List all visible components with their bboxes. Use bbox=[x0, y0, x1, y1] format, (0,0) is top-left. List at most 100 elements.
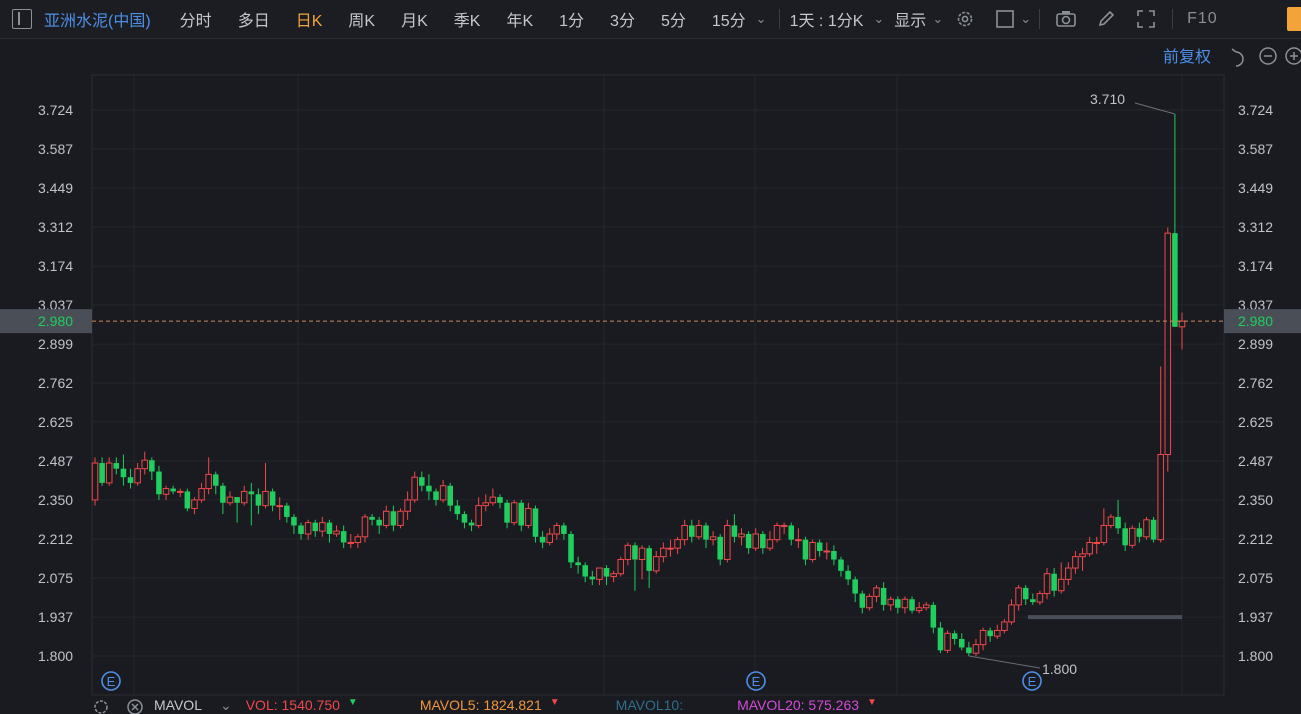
candle[interactable] bbox=[1115, 499, 1121, 534]
candle[interactable] bbox=[895, 596, 901, 614]
mavol-indicator-name[interactable]: MAVOL bbox=[154, 697, 202, 713]
candle[interactable] bbox=[887, 596, 894, 611]
candle[interactable] bbox=[660, 542, 667, 563]
period-tab-intraday[interactable]: 分时 bbox=[167, 7, 225, 31]
candle[interactable] bbox=[589, 570, 596, 586]
event-marker[interactable]: E bbox=[746, 671, 766, 691]
candle[interactable] bbox=[852, 576, 858, 603]
candle[interactable] bbox=[731, 514, 738, 543]
candle[interactable] bbox=[532, 505, 539, 543]
candle[interactable] bbox=[518, 499, 525, 532]
candle[interactable] bbox=[269, 488, 276, 512]
candle[interactable] bbox=[617, 556, 625, 577]
box-select-icon[interactable] bbox=[994, 8, 1016, 30]
candle[interactable] bbox=[120, 454, 127, 486]
candle[interactable] bbox=[404, 491, 411, 520]
period-tab-yearly[interactable]: 年K bbox=[493, 7, 546, 31]
candle[interactable] bbox=[433, 488, 439, 506]
candle[interactable] bbox=[1022, 585, 1029, 605]
candle[interactable] bbox=[646, 545, 652, 588]
candle[interactable] bbox=[1008, 599, 1015, 625]
candle[interactable] bbox=[213, 471, 219, 495]
candle[interactable] bbox=[667, 539, 674, 557]
candle[interactable] bbox=[1072, 551, 1079, 574]
candle[interactable] bbox=[497, 494, 503, 509]
candle[interactable] bbox=[99, 457, 105, 486]
candle[interactable] bbox=[816, 539, 823, 557]
gear-icon[interactable] bbox=[954, 8, 976, 30]
candle[interactable] bbox=[766, 531, 774, 551]
candle[interactable] bbox=[1128, 525, 1136, 549]
candle[interactable] bbox=[539, 531, 546, 549]
candle[interactable] bbox=[838, 556, 844, 577]
candle[interactable] bbox=[376, 516, 382, 534]
panel-toggle-icon[interactable] bbox=[1287, 7, 1301, 31]
more-periods-chevron-icon[interactable]: ⌄ bbox=[750, 11, 773, 27]
zoom-in-icon[interactable] bbox=[1285, 47, 1301, 65]
candle[interactable] bbox=[1043, 568, 1051, 600]
candle[interactable] bbox=[510, 499, 518, 526]
candle[interactable] bbox=[276, 497, 283, 520]
candle[interactable] bbox=[248, 482, 255, 526]
candle[interactable] bbox=[1122, 522, 1128, 551]
zoom-out-icon[interactable] bbox=[1259, 47, 1277, 65]
candle[interactable] bbox=[369, 514, 375, 526]
candle[interactable] bbox=[831, 545, 837, 566]
candle[interactable] bbox=[987, 627, 993, 642]
display-menu[interactable]: 显示 bbox=[890, 7, 930, 31]
candle[interactable] bbox=[575, 556, 581, 574]
candle[interactable] bbox=[468, 519, 475, 532]
candle[interactable] bbox=[773, 522, 781, 543]
candle[interactable] bbox=[972, 638, 980, 656]
candle[interactable] bbox=[1157, 366, 1164, 543]
candle[interactable] bbox=[454, 499, 461, 520]
candle[interactable] bbox=[909, 596, 915, 614]
candle[interactable] bbox=[1030, 593, 1036, 605]
candle[interactable] bbox=[1065, 562, 1072, 586]
candle[interactable] bbox=[709, 531, 717, 546]
candle[interactable] bbox=[504, 499, 510, 529]
candle[interactable] bbox=[340, 525, 347, 549]
candle[interactable] bbox=[298, 522, 304, 540]
candle[interactable] bbox=[482, 494, 490, 512]
candle[interactable] bbox=[1015, 585, 1022, 611]
period-tab-quarterly[interactable]: 季K bbox=[441, 7, 494, 31]
candle[interactable] bbox=[738, 528, 745, 546]
candle[interactable] bbox=[312, 519, 319, 537]
candle[interactable] bbox=[546, 528, 553, 546]
candle[interactable] bbox=[880, 582, 887, 611]
candle[interactable] bbox=[760, 531, 766, 554]
candle[interactable] bbox=[1143, 516, 1150, 540]
period-tab-1min[interactable]: 1分 bbox=[546, 7, 597, 31]
candle[interactable] bbox=[176, 488, 184, 498]
sidebar-toggle-icon[interactable] bbox=[12, 9, 32, 29]
candle[interactable] bbox=[447, 482, 453, 512]
candle[interactable] bbox=[127, 468, 134, 489]
camera-icon[interactable] bbox=[1055, 8, 1077, 30]
candle[interactable] bbox=[681, 519, 688, 546]
candle[interactable] bbox=[170, 485, 176, 495]
candle[interactable] bbox=[745, 531, 752, 554]
candle[interactable] bbox=[695, 519, 703, 540]
period-tab-5min[interactable]: 5分 bbox=[648, 7, 699, 31]
candle[interactable] bbox=[930, 602, 937, 634]
candle[interactable] bbox=[426, 474, 432, 500]
candle[interactable] bbox=[319, 516, 326, 537]
box-select-chevron-icon[interactable]: ⌄ bbox=[1018, 11, 1033, 27]
candle[interactable] bbox=[291, 514, 297, 534]
close-indicator-icon[interactable] bbox=[126, 697, 144, 714]
candle[interactable] bbox=[205, 457, 212, 495]
candle[interactable] bbox=[915, 602, 923, 614]
candle[interactable] bbox=[149, 457, 155, 481]
candle[interactable] bbox=[397, 508, 404, 529]
fullscreen-icon[interactable] bbox=[1135, 8, 1157, 30]
candle[interactable] bbox=[873, 585, 880, 603]
candle[interactable] bbox=[596, 567, 603, 586]
candle[interactable] bbox=[802, 536, 809, 566]
candle[interactable] bbox=[347, 533, 355, 549]
candle[interactable] bbox=[568, 531, 574, 569]
pencil-icon[interactable] bbox=[1095, 8, 1117, 30]
candle[interactable] bbox=[284, 502, 290, 523]
candle[interactable] bbox=[603, 565, 610, 586]
candle[interactable] bbox=[624, 542, 632, 566]
